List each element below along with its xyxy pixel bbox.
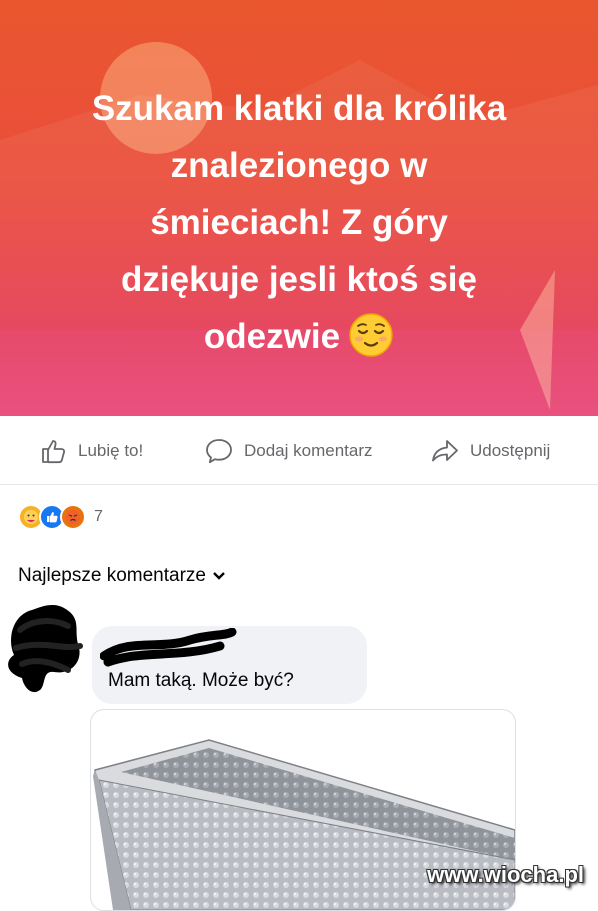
sort-label: Najlepsze komentarze [18,565,206,586]
chevron-down-icon [213,572,225,580]
post-status-text: Szukam klatki dla królika znalezionego w… [30,80,568,365]
post-line-4: dziękuje jesli ktoś się [121,260,477,299]
share-button[interactable]: Udostępnij [430,436,550,466]
redacted-author-name [100,628,237,667]
post-action-bar: Lubię to! Dodaj komentarz Udostępnij [0,418,598,485]
comment-button[interactable]: Dodaj komentarz [204,436,373,466]
comment-label: Dodaj komentarz [244,441,373,460]
reaction-count: 7 [94,508,103,525]
like-button[interactable]: Lubię to! [40,436,143,466]
avatar[interactable] [2,600,86,698]
watermark: www.wiocha.pl [427,862,584,887]
relieved-face-emoji [349,313,393,357]
share-label: Udostępnij [470,441,551,460]
comment-text: Mam taką. Może być? [108,670,294,691]
post-line-5-text: odezwie [203,317,341,356]
post-line-2: znalezionego w [170,146,428,185]
post-line-3: śmieciach! Z góry [150,203,448,242]
post-background: Szukam klatki dla królika znalezionego w… [0,0,598,416]
thumbs-up-icon [42,440,66,464]
post-line-1: Szukam klatki dla królika [91,89,507,128]
like-label: Lubię to! [78,441,144,460]
share-arrow-icon [432,440,458,462]
reactions-summary[interactable]: 7 [18,504,103,530]
angry-reaction-icon [60,504,86,530]
comments-sort-dropdown[interactable]: Najlepsze komentarze [18,565,226,587]
post-line-5: odezwie [30,308,568,365]
comment-bubble-icon [206,439,232,464]
